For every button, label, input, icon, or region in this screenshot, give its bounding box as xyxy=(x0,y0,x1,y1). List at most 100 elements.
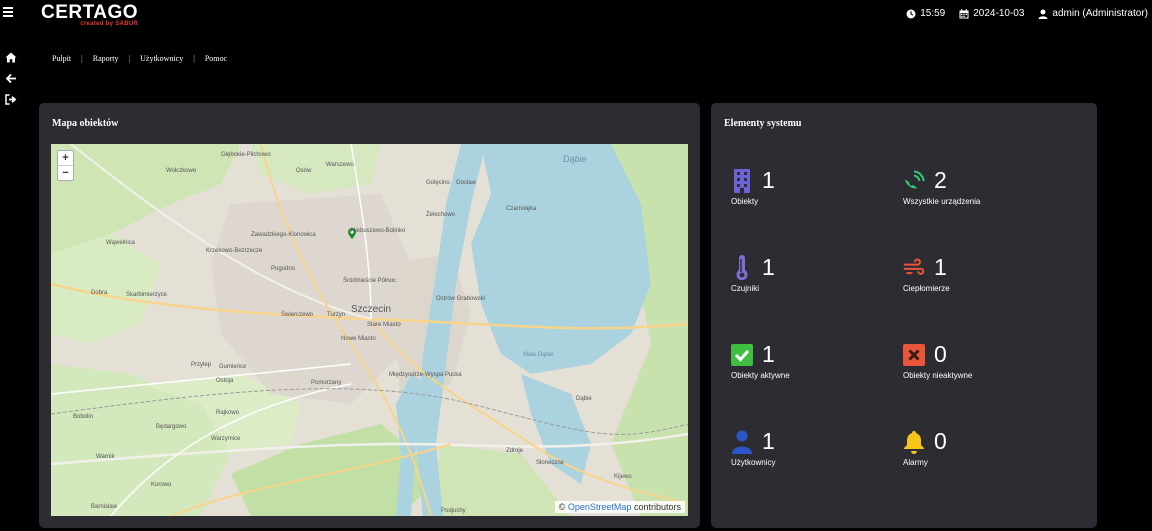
map-label: Niebuszewo-Bolinko xyxy=(351,228,406,234)
map-label: Kijewo xyxy=(614,474,632,480)
breadcrumb-separator: | xyxy=(81,54,83,63)
date-display: 2024-10-03 xyxy=(973,8,1025,19)
map-label: Będargowo xyxy=(156,424,187,430)
stat-users[interactable]: 1 Użytkownicy xyxy=(731,428,901,467)
map-label: Ostrów Grabowski xyxy=(436,296,486,302)
zoom-control: + − xyxy=(57,150,74,181)
stat-value: 1 xyxy=(934,254,947,280)
stat-value: 1 xyxy=(762,341,775,367)
status-bar: 15:59 2024-10-03 admin (Administrator) xyxy=(906,8,1148,19)
breadcrumb: Pulpit | Raporty | Użytkownicy | Pomoc xyxy=(52,54,227,63)
home-button[interactable] xyxy=(5,50,19,63)
stat-alarms[interactable]: 0 Alarmy xyxy=(903,428,1073,467)
map-label: Nowe Miasto xyxy=(341,336,376,342)
map-label: Międzyodrze-Wyspa Pucka xyxy=(389,372,462,378)
side-nav xyxy=(5,50,19,113)
map-label: Pomorzany xyxy=(311,380,342,386)
map-label: Zdroje xyxy=(506,448,524,454)
map-labels: Głębokie-Pilchowo Warszewo Wołczkowo Osó… xyxy=(51,144,688,516)
stat-label: Obiekty aktywne xyxy=(731,371,790,380)
stat-active-objects[interactable]: 1 Obiekty aktywne xyxy=(731,341,901,380)
map-label: Dobra xyxy=(91,290,108,296)
map-label: Skarbimierzyce xyxy=(126,292,168,298)
bell-icon xyxy=(903,429,925,455)
stat-value: 0 xyxy=(934,428,947,454)
map-label: Gumieńce xyxy=(219,364,247,370)
map-label: Pogodno xyxy=(271,266,296,272)
back-button[interactable] xyxy=(5,71,19,84)
map-attribution: © OpenStreetMap contributors xyxy=(554,501,685,513)
map-panel-title: Mapa obiektów xyxy=(52,118,119,129)
map-label: Świerczewo xyxy=(281,312,314,318)
check-square-icon xyxy=(731,342,753,368)
openstreetmap-link[interactable]: OpenStreetMap xyxy=(568,502,632,512)
stat-label: Obiekty nieaktywne xyxy=(903,371,973,380)
stat-inactive-objects[interactable]: 0 Obiekty nieaktywne xyxy=(903,341,1073,380)
zoom-out-button[interactable]: − xyxy=(58,165,73,180)
stat-value: 1 xyxy=(762,428,775,454)
map-view[interactable]: Szczecin Dąbie Głębokie-Pilchowo Warszew… xyxy=(51,144,688,516)
zoom-in-button[interactable]: + xyxy=(58,151,73,165)
map-label: Śródmieście Północ xyxy=(343,278,397,284)
x-square-icon xyxy=(903,342,925,368)
map-label: Wołczkowo xyxy=(166,168,197,174)
map-label: Stare Miasto xyxy=(367,322,401,328)
calendar-icon xyxy=(959,8,969,18)
stat-label: Alarmy xyxy=(903,458,928,467)
nav-link-uzytkownicy[interactable]: Użytkownicy xyxy=(140,54,183,63)
attribution-suffix: contributors xyxy=(633,502,681,512)
map-label: Gocław xyxy=(456,180,477,186)
logo-text: CERTAGO xyxy=(41,2,139,23)
system-panel-title: Elementy systemu xyxy=(724,118,802,129)
wind-icon xyxy=(903,255,925,281)
stat-label: Obiekty xyxy=(731,197,759,206)
stat-heat-meters[interactable]: 1 Ciepłomierze xyxy=(903,254,1073,293)
nav-link-pulpit[interactable]: Pulpit xyxy=(52,54,71,63)
map-label: Przylep xyxy=(191,362,212,368)
map-label: Rajkowo xyxy=(216,410,240,416)
building-icon xyxy=(731,168,753,194)
thermometer-icon xyxy=(731,254,753,281)
breadcrumb-separator: | xyxy=(193,54,195,63)
system-elements-panel: Elementy systemu 1 Obiekty 2 Wszystkie u… xyxy=(711,103,1097,528)
attribution-prefix: © xyxy=(558,502,566,512)
satellite-dish-icon xyxy=(903,168,925,194)
map-label: Turzyn xyxy=(327,312,346,318)
map-label: Ostoja xyxy=(216,378,234,384)
map-label: Kurowo xyxy=(151,482,172,488)
map-label: Warzymice xyxy=(211,436,241,442)
map-label: Barnisław xyxy=(91,504,118,510)
time-display: 15:59 xyxy=(920,8,946,19)
map-label: Żelechowo xyxy=(426,212,456,218)
stat-label: Ciepłomierze xyxy=(903,284,950,293)
logout-button[interactable] xyxy=(5,92,19,105)
stat-label: Czujniki xyxy=(731,284,760,293)
breadcrumb-separator: | xyxy=(128,54,131,63)
stat-objects[interactable]: 1 Obiekty xyxy=(731,167,901,206)
stat-value: 0 xyxy=(934,341,947,367)
menu-icon[interactable] xyxy=(3,7,13,17)
nav-link-raporty[interactable]: Raporty xyxy=(93,54,119,63)
map-label: Warszewo xyxy=(326,162,354,168)
stat-all-devices[interactable]: 2 Wszystkie urządzenia xyxy=(903,167,1073,206)
stat-value: 1 xyxy=(762,254,775,280)
map-label: Warnik xyxy=(96,454,115,460)
map-label: Wąwelnica xyxy=(106,240,136,246)
user-icon xyxy=(731,429,753,455)
map-label: Bobolin xyxy=(73,414,94,420)
stat-sensors[interactable]: 1 Czujniki xyxy=(731,254,901,293)
map-label: Głębokie-Pilchowo xyxy=(221,152,271,158)
arrow-left-icon xyxy=(5,73,16,84)
map-label: Podjuchy xyxy=(441,508,466,514)
logo[interactable]: CERTAGO created by SABUR xyxy=(41,3,138,27)
nav-link-pomoc[interactable]: Pomoc xyxy=(205,54,227,63)
user-icon xyxy=(1038,9,1048,19)
map-label: Osów xyxy=(296,168,312,174)
clock-icon xyxy=(906,9,916,18)
map-label: Czarnołęka xyxy=(506,206,537,212)
user-name[interactable]: admin (Administrator) xyxy=(1052,8,1148,19)
stat-label: Wszystkie urządzenia xyxy=(903,197,981,206)
map-label: Dąbie xyxy=(576,396,592,402)
map-label: Mała Dąbie xyxy=(523,352,554,358)
map-label: Zawadzkiego-Klonowica xyxy=(251,232,316,238)
